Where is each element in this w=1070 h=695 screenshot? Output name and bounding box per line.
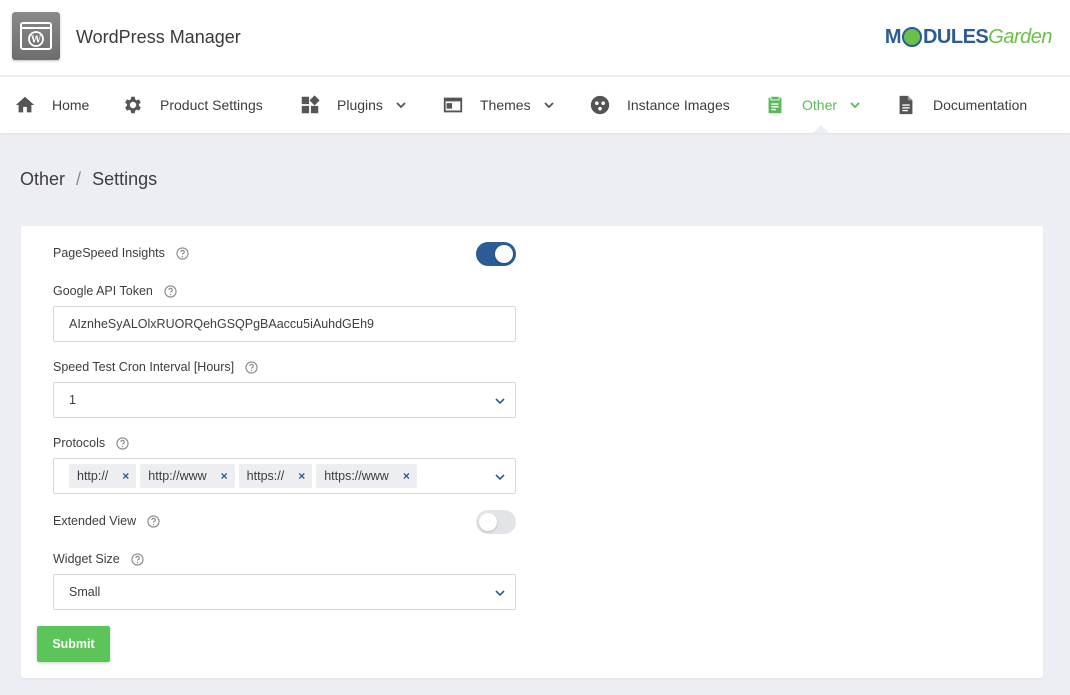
app-title: WordPress Manager bbox=[76, 27, 241, 47]
help-icon[interactable] bbox=[116, 436, 129, 450]
nav-item-documentation[interactable]: Documentation bbox=[895, 77, 1027, 133]
tag-label: https:// bbox=[246, 469, 285, 483]
select-value: 1 bbox=[69, 393, 76, 407]
protocol-tag: http://www × bbox=[140, 464, 235, 488]
nav-item-instance-images[interactable]: Instance Images bbox=[589, 77, 730, 133]
pagespeed-insights-toggle[interactable] bbox=[476, 242, 516, 266]
field-label-text: Google API Token bbox=[53, 284, 153, 298]
nav-item-label: Instance Images bbox=[627, 97, 730, 113]
input-value: AIznheSyALOlxRUORQehGSQPgBAaccu5iAuhdGEh… bbox=[69, 317, 375, 331]
remove-tag-icon[interactable]: × bbox=[298, 469, 305, 483]
nav-item-label: Documentation bbox=[933, 97, 1028, 113]
breadcrumb: Other / Settings bbox=[20, 169, 157, 190]
widget-size-select[interactable]: Small bbox=[53, 574, 516, 610]
protocols-multiselect[interactable]: http:// × http://www × https:// × https:… bbox=[53, 458, 516, 494]
globe-icon bbox=[901, 27, 922, 47]
instance-images-icon bbox=[590, 95, 610, 115]
protocol-tags: http:// × http://www × https:// × https:… bbox=[69, 464, 421, 488]
breadcrumb-current: Settings bbox=[92, 169, 158, 189]
remove-tag-icon[interactable]: × bbox=[122, 469, 129, 483]
protocol-tag: https:// × bbox=[238, 464, 313, 488]
nav-item-label: Other bbox=[802, 97, 838, 113]
field-label-text: Speed Test Cron Interval [Hours] bbox=[53, 360, 235, 374]
modulesgarden-logo[interactable]: M DULES Garden bbox=[884, 25, 1053, 49]
extended-view-toggle[interactable] bbox=[476, 510, 516, 534]
wordpress-logo-icon: W bbox=[12, 12, 60, 60]
home-icon bbox=[15, 96, 35, 113]
chevron-down-icon bbox=[850, 102, 860, 109]
main-navigation: Home Product Settings Plugins Themes Ins… bbox=[0, 77, 1070, 133]
cron-interval-label: Speed Test Cron Interval [Hours] bbox=[53, 360, 258, 374]
extended-view-label: Extended View bbox=[53, 514, 160, 528]
nav-item-label: Themes bbox=[480, 97, 531, 113]
nav-item-label: Home bbox=[52, 97, 90, 113]
nav-item-home[interactable]: Home bbox=[14, 77, 89, 133]
help-icon[interactable] bbox=[245, 360, 258, 374]
brand-text-right: Garden bbox=[988, 25, 1052, 48]
tag-label: https://www bbox=[324, 469, 389, 483]
field-label-text: Extended View bbox=[53, 514, 137, 528]
protocols-label: Protocols bbox=[53, 436, 129, 450]
chevron-down-icon bbox=[495, 474, 505, 481]
field-label-text: PageSpeed Insights bbox=[53, 246, 165, 260]
help-icon[interactable] bbox=[176, 246, 189, 260]
help-icon[interactable] bbox=[147, 514, 160, 528]
brand-text-mid: DULES bbox=[922, 25, 989, 48]
tag-label: http://www bbox=[148, 469, 207, 483]
toggle-knob bbox=[479, 513, 497, 531]
document-icon bbox=[899, 95, 913, 115]
widget-size-label: Widget Size bbox=[53, 552, 144, 566]
protocol-tag: https://www × bbox=[316, 464, 417, 488]
toggle-knob bbox=[495, 245, 513, 263]
chevron-down-icon bbox=[495, 398, 505, 405]
nav-item-label: Plugins bbox=[337, 97, 383, 113]
protocol-tag: http:// × bbox=[69, 464, 137, 488]
widgets-icon bbox=[301, 95, 320, 114]
remove-tag-icon[interactable]: × bbox=[403, 469, 410, 483]
google-api-token-label: Google API Token bbox=[53, 284, 177, 298]
breadcrumb-separator: / bbox=[76, 169, 82, 189]
pagespeed-insights-label: PageSpeed Insights bbox=[53, 246, 189, 260]
nav-item-label: Product Settings bbox=[160, 97, 263, 113]
google-api-token-input[interactable]: AIznheSyALOlxRUORQehGSQPgBAaccu5iAuhdGEh… bbox=[53, 306, 516, 342]
nav-item-product-settings[interactable]: Product Settings bbox=[122, 77, 263, 133]
chevron-down-icon bbox=[396, 102, 406, 109]
select-value: Small bbox=[69, 585, 101, 599]
browser-window-icon bbox=[443, 97, 463, 113]
nav-item-plugins[interactable]: Plugins bbox=[299, 77, 407, 133]
tag-label: http:// bbox=[77, 469, 109, 483]
breadcrumb-parent[interactable]: Other bbox=[20, 169, 65, 189]
help-icon[interactable] bbox=[131, 552, 144, 566]
chevron-down-icon bbox=[495, 590, 505, 597]
field-label-text: Protocols bbox=[53, 436, 106, 450]
brand-text-left: M bbox=[884, 25, 902, 48]
clipboard-icon bbox=[768, 96, 782, 114]
app-header: W WordPress Manager M DULES Garden bbox=[0, 0, 1070, 76]
submit-button[interactable]: Submit bbox=[37, 626, 110, 662]
field-label-text: Widget Size bbox=[53, 552, 120, 566]
active-nav-indicator bbox=[813, 125, 829, 133]
nav-item-themes[interactable]: Themes bbox=[442, 77, 555, 133]
chevron-down-icon bbox=[543, 102, 554, 109]
cron-interval-select[interactable]: 1 bbox=[53, 382, 516, 418]
help-icon[interactable] bbox=[164, 284, 177, 298]
gear-icon bbox=[125, 96, 141, 114]
settings-form-card: PageSpeed Insights Google API Token AIzn… bbox=[21, 226, 1043, 678]
remove-tag-icon[interactable]: × bbox=[221, 469, 228, 483]
svg-text:W: W bbox=[30, 36, 42, 46]
